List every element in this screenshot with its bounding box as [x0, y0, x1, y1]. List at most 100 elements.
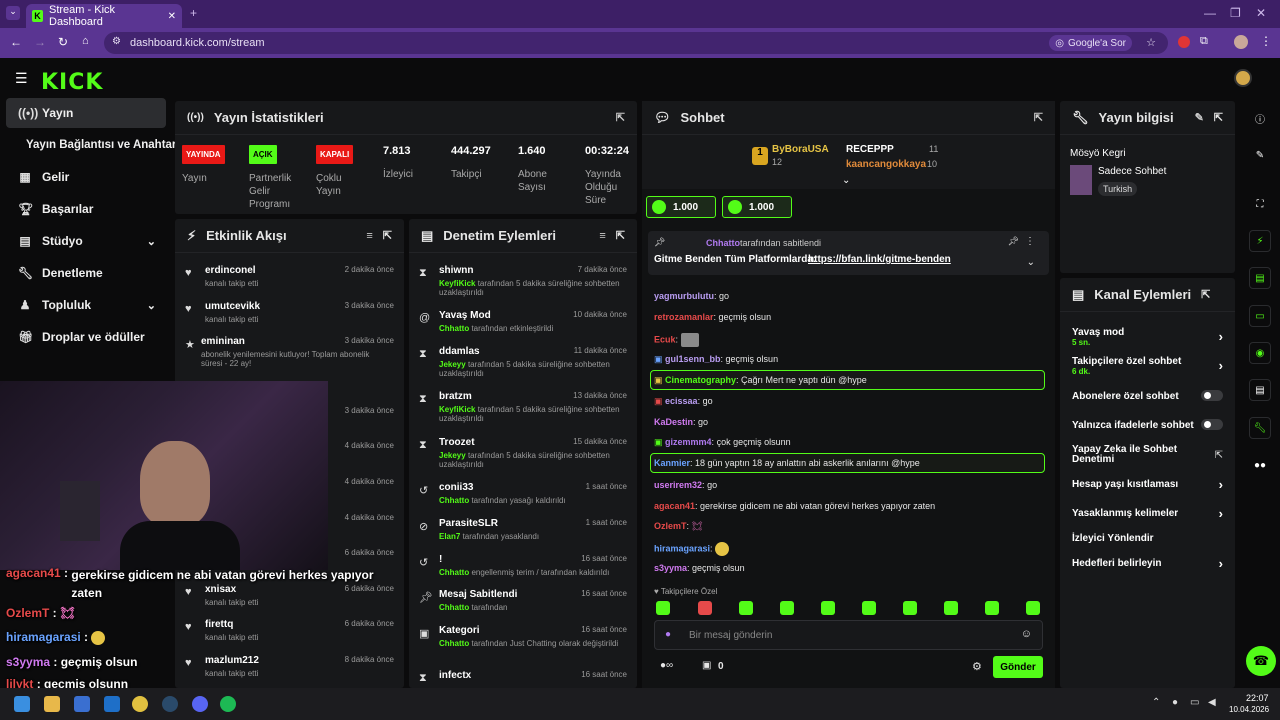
- emote-icon[interactable]: [903, 601, 917, 615]
- more-options-icon[interactable]: ⋮: [1025, 236, 1035, 247]
- extension-icon[interactable]: [1178, 36, 1190, 48]
- windows-start-icon[interactable]: [14, 696, 30, 712]
- pinned-message[interactable]: 📌︎ Chhatto tarafından sabitlendi Gitme B…: [648, 231, 1049, 275]
- chat-input[interactable]: ● Bir mesaj gönderin ☺: [654, 620, 1043, 650]
- minimize-icon[interactable]: —: [1204, 6, 1216, 20]
- support-icon[interactable]: ☎: [1246, 646, 1276, 676]
- emote-icon[interactable]: [656, 601, 670, 615]
- external-link-icon[interactable]: ⇱: [1215, 450, 1223, 461]
- sidebar-item-studio[interactable]: ▤ Stüdyo ⌄: [6, 226, 166, 256]
- chat-username[interactable]: Cinematography: [665, 375, 736, 385]
- mic-tray-icon[interactable]: ●: [1172, 697, 1178, 708]
- chat-username[interactable]: Kanmier: [654, 458, 690, 468]
- kick-logo[interactable]: KICK: [41, 70, 103, 95]
- ai-moderation-row[interactable]: Yapay Zeka ile Sohbet Denetimi: [1072, 445, 1192, 465]
- bookmark-star-icon[interactable]: ☆: [1146, 36, 1156, 49]
- sidebar-item-revenue[interactable]: ▦ Gelir: [6, 162, 166, 192]
- browser-menu-icon[interactable]: ⋮: [1260, 34, 1272, 48]
- banned-words-row[interactable]: Yasaklanmış kelimeler ›: [1072, 506, 1223, 521]
- chat-username[interactable]: ecissaa: [665, 396, 698, 406]
- gifter-name[interactable]: ByBoraUSA: [772, 144, 829, 155]
- steam-icon[interactable]: [162, 696, 178, 712]
- mod-actor[interactable]: Chhatto: [439, 603, 469, 612]
- chat-bubble-icon[interactable]: ▭: [1249, 305, 1271, 327]
- info-icon[interactable]: ⓘ: [1249, 107, 1271, 129]
- emote-icon[interactable]: [862, 601, 876, 615]
- mod-actor[interactable]: Jekeyy: [439, 451, 466, 460]
- goal-pill[interactable]: 1.000: [722, 196, 792, 218]
- emote-only-toggle[interactable]: [1201, 419, 1223, 430]
- google-ask-button[interactable]: ◎ Google'a Sor: [1049, 35, 1132, 51]
- sidebar-item-stream-key[interactable]: Yayın Bağlantısı ve Anahtarı: [6, 130, 180, 160]
- mic-icon[interactable]: ●: [665, 629, 671, 640]
- chat-username[interactable]: yagmurbulutu: [654, 291, 714, 301]
- file-explorer-icon[interactable]: [44, 696, 60, 712]
- edit-icon[interactable]: ✎: [1195, 111, 1204, 124]
- site-info-icon[interactable]: ⚙: [112, 36, 121, 47]
- spotify-icon[interactable]: [220, 696, 236, 712]
- clock-time[interactable]: 22:07: [1246, 693, 1269, 703]
- popout-icon[interactable]: ⇱: [616, 229, 625, 242]
- sidebar-item-stream[interactable]: ((•)) Yayın: [6, 98, 166, 128]
- document-icon[interactable]: ▤: [1249, 267, 1271, 289]
- emote-icon[interactable]: [698, 601, 712, 615]
- popout-icon[interactable]: ⇱: [383, 229, 392, 242]
- window-close-icon[interactable]: ✕: [1256, 6, 1266, 20]
- mod-actor[interactable]: Chhatto: [439, 639, 469, 648]
- chat-username[interactable]: OzlemT: [654, 521, 687, 531]
- gifter-name[interactable]: kaancangokkaya: [846, 159, 926, 170]
- mod-actor[interactable]: Chhatto: [439, 568, 469, 577]
- volume-icon[interactable]: ◀: [1208, 697, 1216, 708]
- chat-username[interactable]: hiramagarasi: [654, 543, 710, 553]
- mod-actor[interactable]: Chhatto: [439, 496, 469, 505]
- emote-icon[interactable]: [780, 601, 794, 615]
- filter-icon[interactable]: ≡: [366, 230, 372, 242]
- profile-avatar[interactable]: [1234, 35, 1248, 49]
- new-tab-icon[interactable]: +: [190, 6, 197, 20]
- goal-pill[interactable]: 1.000: [646, 196, 716, 218]
- maximize-icon[interactable]: ❐: [1230, 6, 1241, 20]
- outlook-icon[interactable]: [104, 696, 120, 712]
- apps-icon[interactable]: ●●: [1249, 454, 1271, 476]
- hamburger-menu-icon[interactable]: ☰: [15, 70, 28, 87]
- chat-username[interactable]: agacan41: [654, 501, 695, 511]
- browser-tab[interactable]: K Stream - Kick Dashboard ✕: [26, 4, 182, 28]
- mod-actor[interactable]: KeyfiKick: [439, 405, 475, 414]
- subscribers-only-toggle[interactable]: [1201, 390, 1223, 401]
- sidebar-item-moderation[interactable]: 🔧︎ Denetleme: [6, 258, 166, 288]
- gift-icon[interactable]: ▣: [702, 660, 711, 671]
- pinned-by[interactable]: Chhatto: [706, 238, 740, 248]
- expand-icon[interactable]: ⌄: [842, 175, 850, 186]
- url-input[interactable]: ⚙ dashboard.kick.com/stream ◎ Google'a So…: [104, 32, 1168, 54]
- tag-chip[interactable]: Turkish: [1098, 182, 1138, 196]
- popout-icon[interactable]: ⇱: [1214, 111, 1223, 124]
- reload-icon[interactable]: ↻: [58, 35, 68, 49]
- chat-username[interactable]: s3yyma: [654, 563, 687, 573]
- sidebar-item-drops[interactable]: 🎁︎ Droplar ve ödüller: [6, 322, 166, 352]
- emote-icon[interactable]: [1026, 601, 1040, 615]
- close-icon[interactable]: ✕: [168, 11, 176, 22]
- pinned-link[interactable]: https://bfan.link/gitme-benden: [808, 254, 951, 265]
- home-icon[interactable]: ⌂: [82, 35, 89, 47]
- chat-username[interactable]: KaDestin: [654, 417, 693, 427]
- popout-icon[interactable]: ⇱: [1201, 288, 1210, 301]
- followers-only-row[interactable]: Takipçilere özel sohbet 6 dk. ›: [1072, 356, 1223, 376]
- user-avatar[interactable]: [1234, 69, 1252, 87]
- filter-icon[interactable]: ≡: [599, 230, 605, 242]
- category-name[interactable]: Sadece Sohbet: [1098, 166, 1166, 177]
- mod-actor[interactable]: Chhatto: [439, 324, 469, 333]
- gifter-name[interactable]: RECEPPP: [846, 144, 894, 155]
- emote-icon[interactable]: [985, 601, 999, 615]
- network-icon[interactable]: ▭: [1190, 697, 1199, 708]
- chat-username[interactable]: Ecuk: [654, 334, 676, 344]
- sidebar-item-achievements[interactable]: 🏆︎ Başarılar: [6, 194, 166, 224]
- chevron-down-icon[interactable]: ⌄: [1027, 257, 1035, 268]
- clock-date[interactable]: 10.04.2026: [1229, 705, 1269, 714]
- tab-list-icon[interactable]: ⌄: [6, 6, 20, 20]
- mod-actor[interactable]: KeyfiKick: [439, 279, 475, 288]
- popout-icon[interactable]: ⇱: [1034, 111, 1043, 124]
- slow-mode-row[interactable]: Yavaş mod 5 sn. ›: [1072, 327, 1223, 347]
- tray-chevron-icon[interactable]: ⌃: [1152, 697, 1160, 708]
- sidebar-item-community[interactable]: ♟ Topluluk ⌄: [6, 290, 166, 320]
- channel-actions-icon[interactable]: ▤: [1249, 379, 1271, 401]
